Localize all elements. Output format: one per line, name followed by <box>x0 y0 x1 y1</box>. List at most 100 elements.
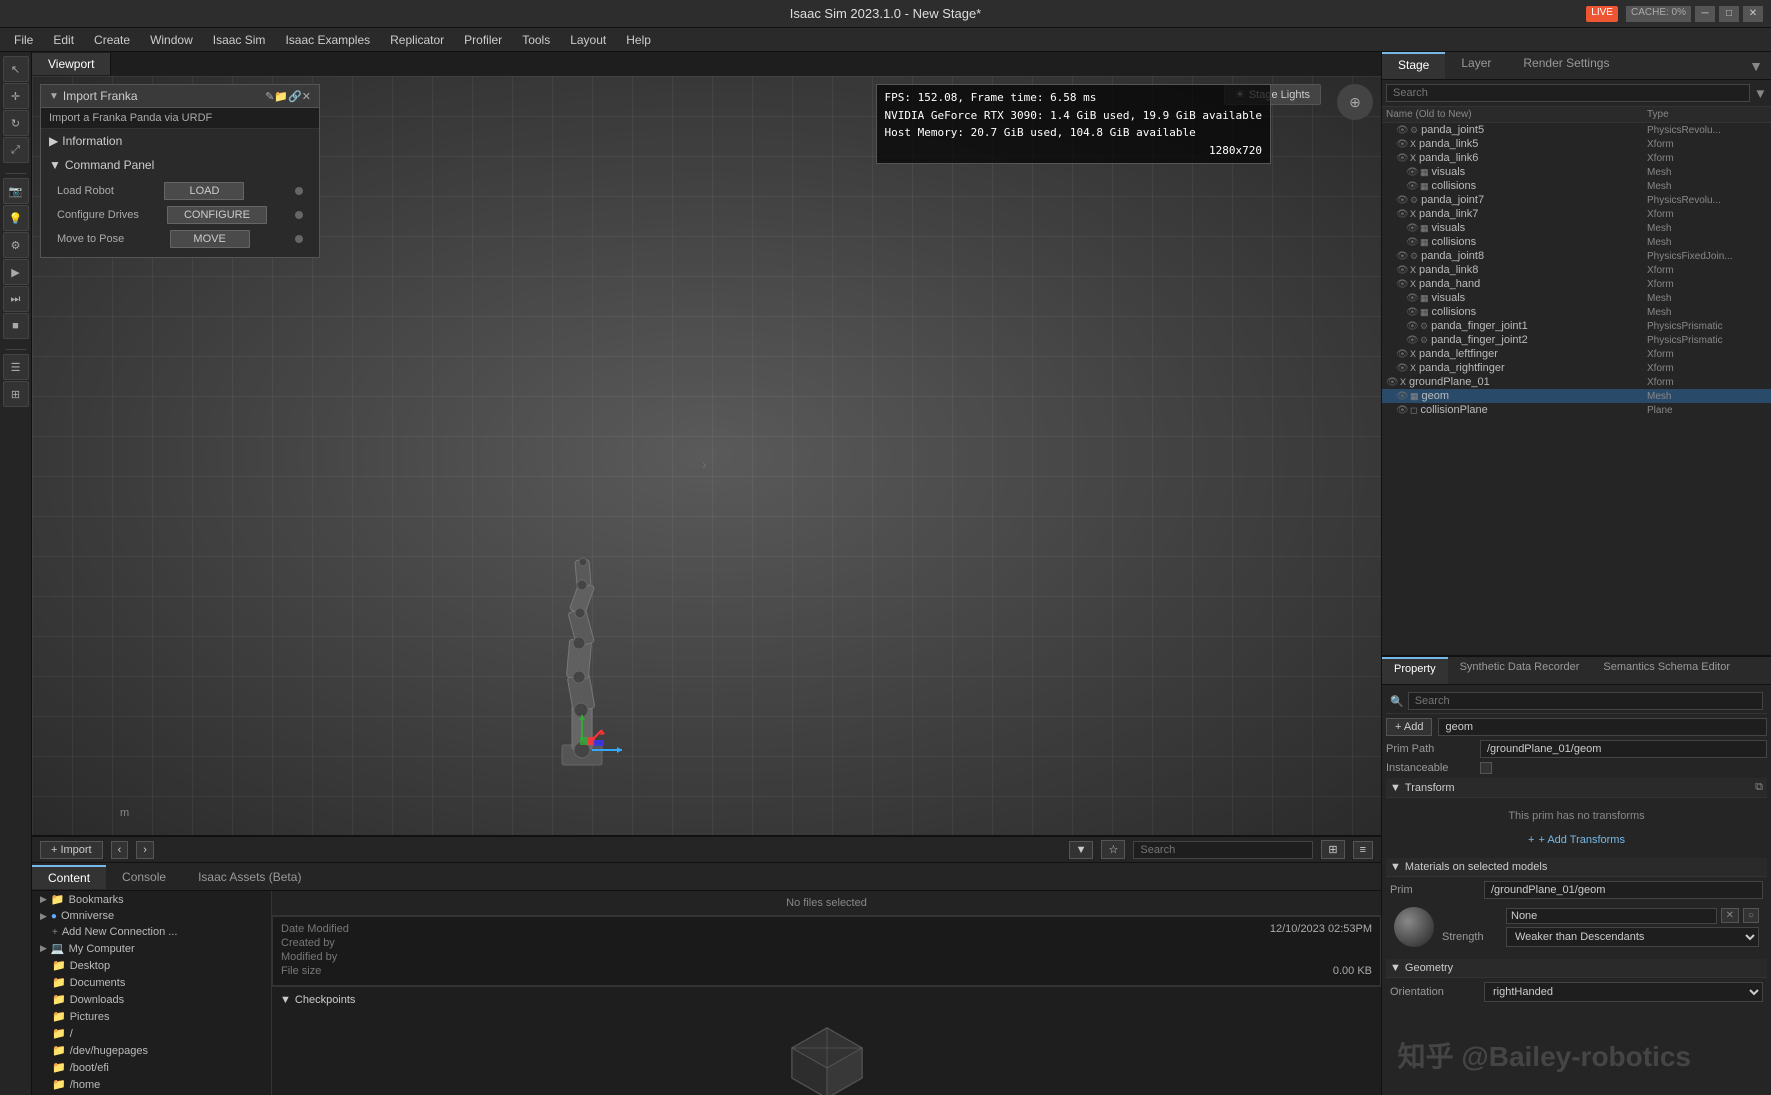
forward-btn[interactable]: › <box>136 841 154 859</box>
semantics-tab[interactable]: Semantics Schema Editor <box>1591 657 1742 684</box>
load-robot-dot[interactable] <box>295 187 303 195</box>
menu-tools[interactable]: Tools <box>512 31 560 49</box>
root-item[interactable]: 📁/ <box>32 1025 271 1042</box>
content-filter-btn2[interactable]: ⊞ <box>1321 840 1344 859</box>
stage-item-panda-hand[interactable]: 👁 Xpanda_hand Xform <box>1382 277 1771 291</box>
move-tool-btn[interactable]: ✛ <box>3 83 29 109</box>
import-franka-folder-btn[interactable]: 📁 <box>274 90 288 103</box>
isaac-assets-tab[interactable]: Isaac Assets (Beta) <box>182 866 317 888</box>
documents-item[interactable]: 📁Documents <box>32 974 271 991</box>
stage-item-panda-link6[interactable]: 👁 Xpanda_link6 Xform <box>1382 151 1771 165</box>
stage-item-visuals-1[interactable]: 👁 ▦visuals Mesh <box>1382 165 1771 179</box>
minimize-btn[interactable]: ─ <box>1695 6 1715 22</box>
omniverse-item[interactable]: ▶ ● Omniverse <box>32 908 271 924</box>
stage-item-panda-link8[interactable]: 👁 Xpanda_link8 Xform <box>1382 263 1771 277</box>
import-franka-close-btn[interactable]: ✕ <box>302 90 311 103</box>
extra-btn2[interactable]: ⊞ <box>3 381 29 407</box>
menu-edit[interactable]: Edit <box>43 31 84 49</box>
layer-tab[interactable]: Layer <box>1445 52 1507 79</box>
desktop-item[interactable]: 📁Desktop <box>32 957 271 974</box>
move-to-pose-dot[interactable] <box>295 235 303 243</box>
back-btn[interactable]: ‹ <box>111 841 129 859</box>
pictures-item[interactable]: 📁Pictures <box>32 1008 271 1025</box>
close-btn[interactable]: ✕ <box>1743 6 1763 22</box>
play-btn[interactable]: ▶ <box>3 259 29 285</box>
stage-item-collision-plane[interactable]: 👁 ◻collisionPlane Plane <box>1382 403 1771 417</box>
menu-window[interactable]: Window <box>140 31 203 49</box>
configure-drives-btn[interactable]: CONFIGURE <box>167 206 267 224</box>
stage-item-collisions-2[interactable]: 👁 ▦collisions Mesh <box>1382 235 1771 249</box>
stage-item-panda-joint8[interactable]: 👁 ⚙panda_joint8 PhysicsFixedJoin... <box>1382 249 1771 263</box>
mat-reset-btn[interactable]: ✕ <box>1721 908 1739 923</box>
configure-drives-dot[interactable] <box>295 211 303 219</box>
stage-search-input[interactable] <box>1386 84 1750 102</box>
stage-search-filter-btn[interactable]: ▼ <box>1754 86 1767 101</box>
add-schema-btn[interactable]: + Add <box>1386 718 1432 736</box>
stage-item-panda-joint5[interactable]: 👁 ⚙panda_joint5 PhysicsRevolu... <box>1382 123 1771 137</box>
add-connection-item[interactable]: + Add New Connection ... <box>32 924 271 940</box>
scale-tool-btn[interactable]: ⤢ <box>3 137 29 163</box>
orientation-select[interactable]: rightHanded <box>1484 982 1763 1002</box>
menu-file[interactable]: File <box>4 31 43 49</box>
boot-efi-item[interactable]: 📁/boot/efi <box>32 1059 271 1076</box>
stage-item-panda-finger-joint2[interactable]: 👁 ⚙panda_finger_joint2 PhysicsPrismatic <box>1382 333 1771 347</box>
command-panel-header[interactable]: ▼ Command Panel <box>41 155 319 175</box>
physics-btn[interactable]: ⚙ <box>3 232 29 258</box>
stage-item-panda-rightfinger[interactable]: 👁 Xpanda_rightfinger Xform <box>1382 361 1771 375</box>
my-computer-item[interactable]: ▶ 💻 My Computer <box>32 940 271 957</box>
add-transforms-btn[interactable]: + + Add Transforms <box>1390 830 1763 850</box>
stage-item-panda-finger-joint1[interactable]: 👁 ⚙panda_finger_joint1 PhysicsPrismatic <box>1382 319 1771 333</box>
light-btn[interactable]: 💡 <box>3 205 29 231</box>
prop-search-input[interactable] <box>1408 692 1763 710</box>
select-tool-btn[interactable]: ↖ <box>3 56 29 82</box>
checkpoints-header[interactable]: ▼ Checkpoints <box>280 991 1373 1009</box>
mat-open-btn[interactable]: ○ <box>1743 908 1759 923</box>
menu-profiler[interactable]: Profiler <box>454 31 512 49</box>
downloads-item[interactable]: 📁Downloads <box>32 991 271 1008</box>
stop-btn[interactable]: ■ <box>3 313 29 339</box>
stage-item-panda-link5[interactable]: 👁 Xpanda_link5 Xform <box>1382 137 1771 151</box>
stage-item-ground-plane[interactable]: 👁 XgroundPlane_01 Xform <box>1382 375 1771 389</box>
stage-filter-btn[interactable]: ▼ <box>1741 52 1771 79</box>
stage-item-panda-leftfinger[interactable]: 👁 Xpanda_leftfinger Xform <box>1382 347 1771 361</box>
stage-item-visuals-3[interactable]: 👁 ▦visuals Mesh <box>1382 291 1771 305</box>
bookmarks-item[interactable]: ▶ 📁 Bookmarks <box>32 891 271 908</box>
stage-item-collisions-1[interactable]: 👁 ▦collisions Mesh <box>1382 179 1771 193</box>
filter-btn[interactable]: ▼ <box>1069 841 1094 859</box>
content-search-input[interactable] <box>1133 841 1313 859</box>
menu-replicator[interactable]: Replicator <box>380 31 454 49</box>
property-tab[interactable]: Property <box>1382 657 1448 684</box>
menu-layout[interactable]: Layout <box>560 31 616 49</box>
menu-isaac-sim[interactable]: Isaac Sim <box>203 31 276 49</box>
maximize-btn[interactable]: □ <box>1719 6 1739 22</box>
import-franka-edit-btn[interactable]: ✎ <box>265 90 274 103</box>
console-tab[interactable]: Console <box>106 866 182 888</box>
menu-isaac-examples[interactable]: Isaac Examples <box>275 31 380 49</box>
stage-item-visuals-2[interactable]: 👁 ▦visuals Mesh <box>1382 221 1771 235</box>
home-item[interactable]: 📁/home <box>32 1076 271 1093</box>
viewport-tab[interactable]: Viewport <box>32 53 111 75</box>
menu-help[interactable]: Help <box>616 31 661 49</box>
menu-create[interactable]: Create <box>84 31 140 49</box>
synthetic-data-tab[interactable]: Synthetic Data Recorder <box>1448 657 1592 684</box>
viewport[interactable]: ☀ Stage Lights ⊕ FPS: 152.08, Frame time… <box>32 76 1381 835</box>
step-btn[interactable]: ⏭ <box>3 286 29 312</box>
stage-item-collisions-3[interactable]: 👁 ▦collisions Mesh <box>1382 305 1771 319</box>
geometry-section-header[interactable]: ▼ Geometry <box>1386 959 1767 978</box>
hugepages-item[interactable]: 📁/dev/hugepages <box>32 1042 271 1059</box>
rotate-tool-btn[interactable]: ↻ <box>3 110 29 136</box>
bookmark-btn[interactable]: ☆ <box>1101 840 1125 859</box>
content-tab[interactable]: Content <box>32 865 106 889</box>
stage-item-panda-joint7[interactable]: 👁 ⚙panda_joint7 PhysicsRevolu... <box>1382 193 1771 207</box>
transform-copy-btn[interactable]: ⧉ <box>1755 781 1763 794</box>
stage-tab[interactable]: Stage <box>1382 52 1445 79</box>
import-franka-link-btn[interactable]: 🔗 <box>288 90 302 103</box>
load-robot-btn[interactable]: LOAD <box>164 182 244 200</box>
instanceable-checkbox[interactable] <box>1480 762 1492 774</box>
camera-btn[interactable]: 📷 <box>3 178 29 204</box>
information-header[interactable]: ▶ Information <box>41 131 319 151</box>
stage-item-panda-link7[interactable]: 👁 Xpanda_link7 Xform <box>1382 207 1771 221</box>
strength-select[interactable]: Weaker than Descendants <box>1506 927 1759 947</box>
render-settings-tab[interactable]: Render Settings <box>1507 52 1625 79</box>
extra-btn1[interactable]: ☰ <box>3 354 29 380</box>
